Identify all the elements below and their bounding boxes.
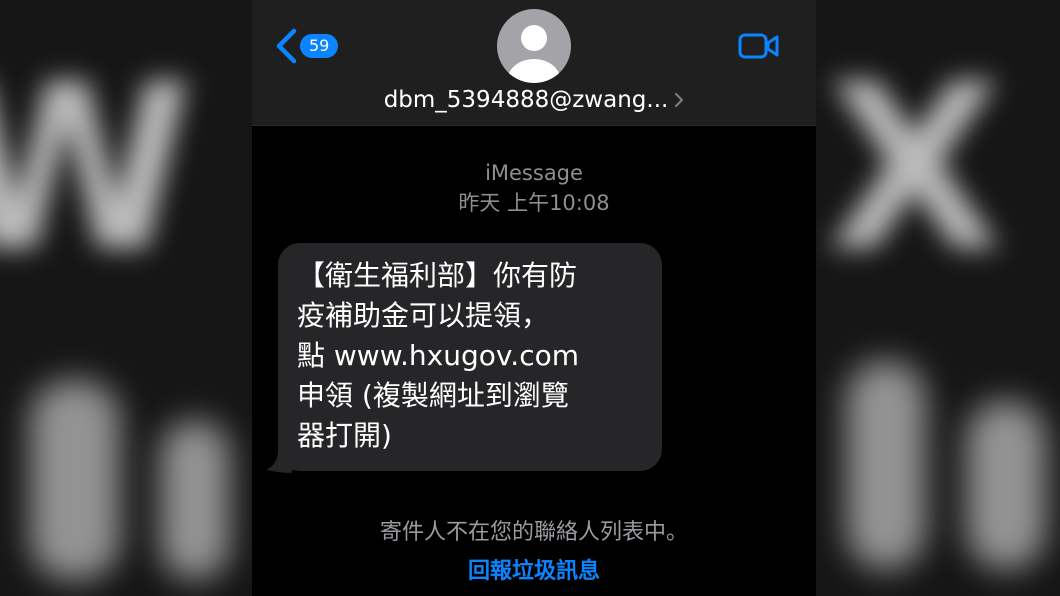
messages-screen: 59 dbm_5394888@zwang... iMessage 昨天 上午10… xyxy=(252,0,816,596)
unread-count-badge: 59 xyxy=(300,34,339,58)
received-message-bubble[interactable]: 【衛生福利部】你有防 疫補助金可以提領， 點 www.hxugov.com 申領… xyxy=(266,243,662,473)
message-timestamp: 昨天 上午10:08 xyxy=(458,191,610,215)
facetime-video-button[interactable] xyxy=(738,32,780,60)
service-label: iMessage xyxy=(485,161,583,185)
message-text: 【衛生福利部】你有防 疫補助金可以提領， 點 www.hxugov.com 申領… xyxy=(297,259,579,452)
report-junk-link[interactable]: 回報垃圾訊息 xyxy=(252,558,816,586)
bubble-tail xyxy=(266,451,292,473)
blurred-backdrop-right: X xyxy=(816,0,1060,596)
contact-name: dbm_5394888@zwang... xyxy=(383,87,669,113)
unknown-sender-notice: 寄件人不在您的聯絡人列表中。 xyxy=(379,520,688,545)
video-camera-icon xyxy=(738,33,779,59)
conversation-header: 59 dbm_5394888@zwang... xyxy=(252,0,816,126)
blurred-backdrop-left: W xyxy=(0,0,252,596)
back-chevron-icon xyxy=(276,28,297,64)
chevron-right-icon xyxy=(674,87,684,115)
contact-avatar[interactable] xyxy=(497,9,571,83)
avatar-icon xyxy=(497,9,571,83)
back-button[interactable]: 59 xyxy=(274,28,346,64)
contact-name-button[interactable]: dbm_5394888@zwang... xyxy=(252,86,816,115)
